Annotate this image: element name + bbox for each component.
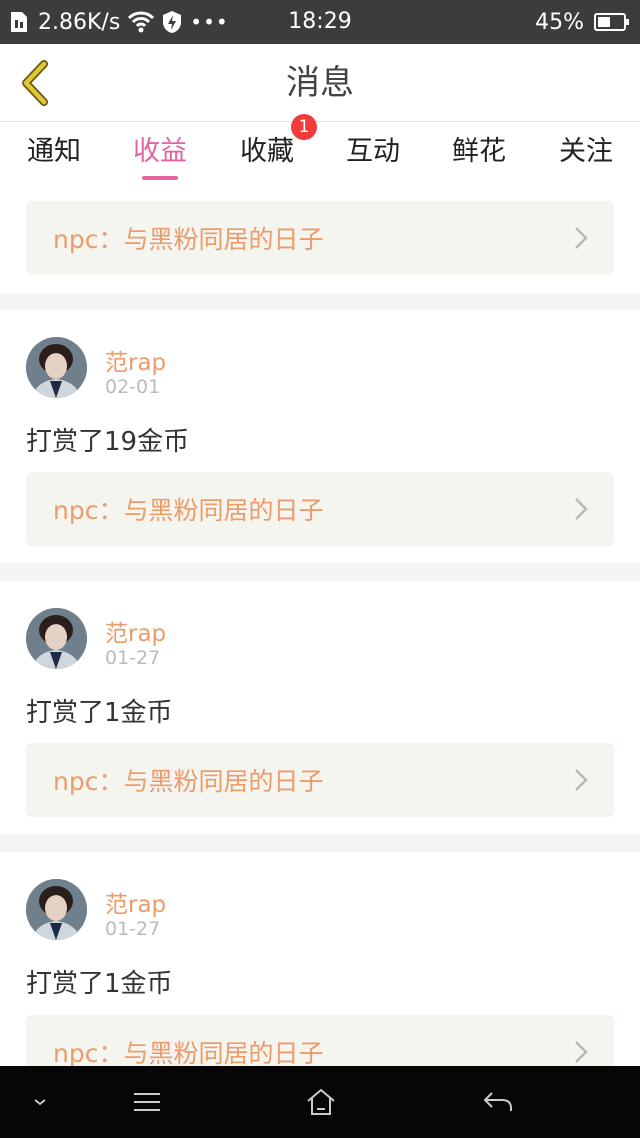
message-list[interactable]: npc：与黑粉同居的日子 范rap 02-01 打赏了19金币 npc：与黑粉同… xyxy=(0,184,640,1066)
system-nav-bar xyxy=(0,1066,640,1138)
book-title: npc：与黑粉同居的日子 xyxy=(53,496,324,525)
chevron-right-icon xyxy=(575,227,588,249)
list-item: 范rap 01-27 打赏了1金币 npc：与黑粉同居的日子 xyxy=(0,581,640,834)
header-bar: 消息 xyxy=(0,44,640,122)
book-link[interactable]: npc：与黑粉同居的日子 xyxy=(26,743,614,817)
tab-label: 互动 xyxy=(346,136,400,167)
avatar[interactable] xyxy=(26,608,87,669)
avatar[interactable] xyxy=(26,879,87,940)
reward-text: 打赏了1金币 xyxy=(26,698,173,728)
username[interactable]: 范rap xyxy=(105,614,166,648)
tab-flowers[interactable]: 鲜花 xyxy=(429,122,529,184)
status-bar: 2.86K/s ••• 18:29 45% xyxy=(0,0,640,44)
list-item: npc：与黑粉同居的日子 xyxy=(0,184,640,293)
battery-level: 45% xyxy=(535,9,584,35)
chevron-right-icon xyxy=(575,1041,588,1063)
book-link[interactable]: npc：与黑粉同居的日子 xyxy=(26,201,614,275)
reward-text: 打赏了19金币 xyxy=(26,427,190,457)
menu-icon xyxy=(134,1093,160,1111)
book-link[interactable]: npc：与黑粉同居的日子 xyxy=(26,472,614,546)
tab-active-indicator xyxy=(142,176,178,180)
collapse-button[interactable] xyxy=(24,1066,56,1138)
reward-text: 打赏了1金币 xyxy=(26,969,173,999)
avatar[interactable] xyxy=(26,337,87,398)
tab-label: 鲜花 xyxy=(452,136,506,167)
username[interactable]: 范rap xyxy=(105,885,166,919)
timestamp: 01-27 xyxy=(105,918,161,940)
chevron-right-icon xyxy=(575,769,588,791)
username[interactable]: 范rap xyxy=(105,343,166,377)
home-icon xyxy=(307,1088,335,1115)
book-title: npc：与黑粉同居的日子 xyxy=(53,767,324,796)
tab-label: 收益 xyxy=(133,136,187,167)
book-link[interactable]: npc：与黑粉同居的日子 xyxy=(26,1015,614,1066)
tab-interactions[interactable]: 互动 xyxy=(323,122,423,184)
page-title: 消息 xyxy=(286,63,354,103)
tab-label: 通知 xyxy=(27,136,81,167)
battery-icon xyxy=(594,12,630,32)
chevron-right-icon xyxy=(575,498,588,520)
tab-label: 收藏 xyxy=(240,136,294,167)
back-nav-button[interactable] xyxy=(474,1066,522,1138)
unread-badge: 1 xyxy=(291,114,317,140)
tab-label: 关注 xyxy=(559,136,613,167)
tab-following[interactable]: 关注 xyxy=(536,122,636,184)
home-button[interactable] xyxy=(298,1066,344,1138)
tab-earnings[interactable]: 收益 xyxy=(110,122,210,184)
menu-button[interactable] xyxy=(124,1066,170,1138)
list-item: 范rap 01-27 打赏了1金币 npc：与黑粉同居的日子 xyxy=(0,852,640,1066)
timestamp: 02-01 xyxy=(105,376,161,398)
list-item: 范rap 02-01 打赏了19金币 npc：与黑粉同居的日子 xyxy=(0,310,640,563)
book-title: npc：与黑粉同居的日子 xyxy=(53,225,324,254)
book-title: npc：与黑粉同居的日子 xyxy=(53,1039,324,1066)
timestamp: 01-27 xyxy=(105,647,161,669)
tab-notifications[interactable]: 通知 xyxy=(4,122,104,184)
tab-bar: 通知 收益 收藏 互动 鲜花 关注 xyxy=(0,122,640,184)
chevron-down-icon xyxy=(34,1099,46,1106)
return-icon xyxy=(483,1092,512,1111)
status-right: 45% xyxy=(535,0,630,44)
